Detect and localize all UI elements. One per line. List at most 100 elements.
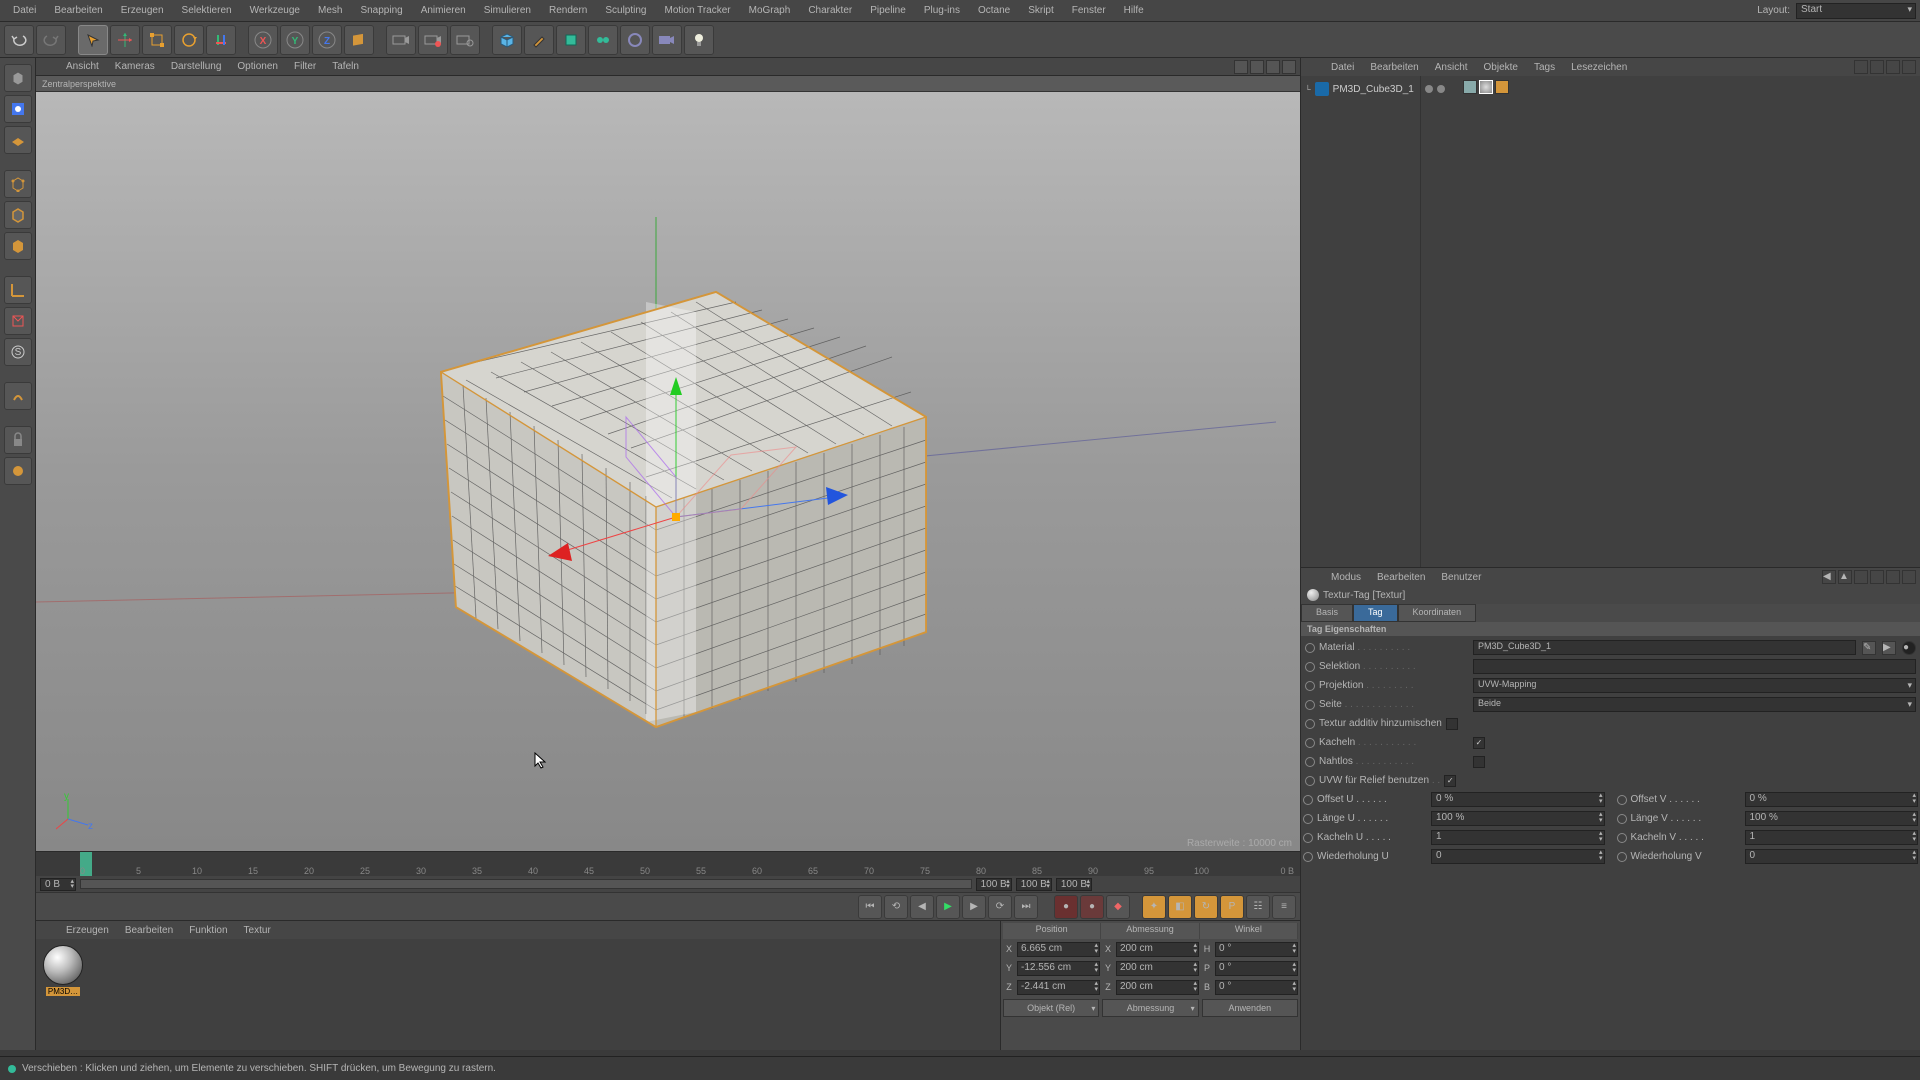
additiv-checkbox[interactable]	[1446, 718, 1458, 730]
go-start-button[interactable]: ⏮	[858, 895, 882, 919]
menu-snapping[interactable]: Snapping	[351, 5, 411, 16]
menu-mesh[interactable]: Mesh	[309, 5, 351, 16]
obj-menu-lesezeichen[interactable]: Lesezeichen	[1563, 62, 1635, 73]
anim-ring-icon[interactable]	[1305, 643, 1315, 653]
vp-menu-kameras[interactable]: Kameras	[107, 61, 163, 72]
attr-new-icon[interactable]	[1886, 570, 1900, 584]
attr-mode-icon[interactable]	[1902, 570, 1916, 584]
vp-menu-filter[interactable]: Filter	[286, 61, 324, 72]
obj-menu-tags[interactable]: Tags	[1526, 62, 1563, 73]
redo-button[interactable]	[36, 25, 66, 55]
coord-mode-dropdown[interactable]: Objekt (Rel)	[1003, 999, 1099, 1017]
light-button[interactable]	[684, 25, 714, 55]
phong-tag-icon[interactable]	[1463, 80, 1477, 94]
menu-plugins[interactable]: Plug-ins	[915, 5, 969, 16]
seite-dropdown[interactable]: Beide	[1473, 697, 1916, 712]
locked-button[interactable]	[4, 426, 32, 454]
timeline-start-field[interactable]: 0 B▴▾	[40, 878, 76, 891]
attr-search-icon[interactable]	[1854, 570, 1868, 584]
obj-filter-icon[interactable]	[1886, 60, 1900, 74]
anim-ring-icon[interactable]	[1303, 795, 1313, 805]
offset-v-input[interactable]: 0 %▴▾	[1745, 792, 1919, 807]
menu-skript[interactable]: Skript	[1019, 5, 1063, 16]
vp-menu-ansicht[interactable]: Ansicht	[58, 61, 107, 72]
prev-key-button[interactable]: ⟲	[884, 895, 908, 919]
relief-checkbox[interactable]: ✓	[1444, 775, 1456, 787]
anim-ring-icon[interactable]	[1305, 681, 1315, 691]
vp-menu-tafeln[interactable]: Tafeln	[324, 61, 367, 72]
menu-hilfe[interactable]: Hilfe	[1115, 5, 1153, 16]
anim-ring-icon[interactable]	[1303, 814, 1313, 824]
texture-tag-icon[interactable]	[1479, 80, 1493, 94]
keyframe-sel-button[interactable]: ◆	[1106, 895, 1130, 919]
menu-rendern[interactable]: Rendern	[540, 5, 596, 16]
next-frame-button[interactable]: ▶	[962, 895, 986, 919]
layout-dropdown[interactable]: Start	[1796, 3, 1916, 19]
attr-lock-icon[interactable]	[1870, 570, 1884, 584]
pos-y-input[interactable]: -12.556 cm▴▾	[1017, 961, 1100, 976]
menu-octane[interactable]: Octane	[969, 5, 1019, 16]
kacheln-v-input[interactable]: 1▴▾	[1745, 830, 1919, 845]
attr-menu-bearbeiten[interactable]: Bearbeiten	[1369, 572, 1433, 583]
key-pos-button[interactable]: ✦	[1142, 895, 1166, 919]
environment-button[interactable]	[620, 25, 650, 55]
camera-button[interactable]	[652, 25, 682, 55]
dim-x-input[interactable]: 200 cm▴▾	[1116, 942, 1199, 957]
point-mode-button[interactable]	[4, 170, 32, 198]
mat-menu-erzeugen[interactable]: Erzeugen	[58, 925, 117, 936]
cube-primitive-button[interactable]	[492, 25, 522, 55]
laenge-u-input[interactable]: 100 %▴▾	[1431, 811, 1605, 826]
menu-bearbeiten[interactable]: Bearbeiten	[45, 5, 111, 16]
coord-system-button[interactable]	[344, 25, 374, 55]
timeline-scrollbar[interactable]	[80, 879, 972, 889]
anim-ring-icon[interactable]	[1305, 719, 1315, 729]
obj-search-icon[interactable]	[1854, 60, 1868, 74]
attr-back-icon[interactable]: ◀	[1822, 570, 1836, 584]
pos-z-input[interactable]: -2.441 cm▴▾	[1017, 980, 1100, 995]
anim-ring-icon[interactable]	[1305, 662, 1315, 672]
go-end-button[interactable]: ⏭	[1014, 895, 1038, 919]
live-select-tool[interactable]	[78, 25, 108, 55]
timeline-max2-field[interactable]: 100 B▴▾	[1056, 878, 1092, 891]
vp-zoom-icon[interactable]	[1250, 60, 1264, 74]
tab-koordinaten[interactable]: Koordinaten	[1398, 604, 1477, 622]
timeline-end-field[interactable]: 100 B▴▾	[976, 878, 1012, 891]
render-view-button[interactable]	[386, 25, 416, 55]
tab-basis[interactable]: Basis	[1301, 604, 1353, 622]
anim-ring-icon[interactable]	[1617, 795, 1627, 805]
dim-y-input[interactable]: 200 cm▴▾	[1116, 961, 1199, 976]
move-tool[interactable]	[110, 25, 140, 55]
y-axis-lock[interactable]: Y	[280, 25, 310, 55]
pen-tool-button[interactable]	[524, 25, 554, 55]
menu-selektieren[interactable]: Selektieren	[173, 5, 241, 16]
vp-orbit-icon[interactable]	[1266, 60, 1280, 74]
menu-werkzeuge[interactable]: Werkzeuge	[241, 5, 309, 16]
face-mode-button[interactable]	[4, 232, 32, 260]
vp-pan-icon[interactable]	[1234, 60, 1248, 74]
timeline-ruler[interactable]: 0 5 10 15 20 25 30 35 40 45 50 55 60 65 …	[36, 852, 1300, 876]
kacheln-u-input[interactable]: 1▴▾	[1431, 830, 1605, 845]
material-clear-icon[interactable]: ▶	[1882, 641, 1896, 655]
menu-pipeline[interactable]: Pipeline	[861, 5, 915, 16]
ang-p-input[interactable]: 0 °▴▾	[1215, 961, 1298, 976]
key-param-button[interactable]: P	[1220, 895, 1244, 919]
attr-menu-benutzer[interactable]: Benutzer	[1433, 572, 1489, 583]
material-nav-icon[interactable]: ●	[1902, 641, 1916, 655]
mat-menu-textur[interactable]: Textur	[236, 925, 279, 936]
material-thumbnail[interactable]: PM3D…	[42, 945, 84, 996]
menu-motion-tracker[interactable]: Motion Tracker	[655, 5, 739, 16]
obj-menu-ansicht[interactable]: Ansicht	[1427, 62, 1476, 73]
anim-ring-icon[interactable]	[1305, 757, 1315, 767]
anim-ring-icon[interactable]	[1303, 833, 1313, 843]
x-axis-lock[interactable]: X	[248, 25, 278, 55]
autokey-button[interactable]: ●	[1080, 895, 1104, 919]
ang-b-input[interactable]: 0 °▴▾	[1215, 980, 1298, 995]
nahtlos-checkbox[interactable]	[1473, 756, 1485, 768]
key-all-button[interactable]: ≡	[1272, 895, 1296, 919]
menu-charakter[interactable]: Charakter	[799, 5, 861, 16]
deformer-button[interactable]	[588, 25, 618, 55]
dim-z-input[interactable]: 200 cm▴▾	[1116, 980, 1199, 995]
obj-menu-objekte[interactable]: Objekte	[1476, 62, 1526, 73]
anim-ring-icon[interactable]	[1617, 852, 1627, 862]
anim-ring-icon[interactable]	[1305, 700, 1315, 710]
